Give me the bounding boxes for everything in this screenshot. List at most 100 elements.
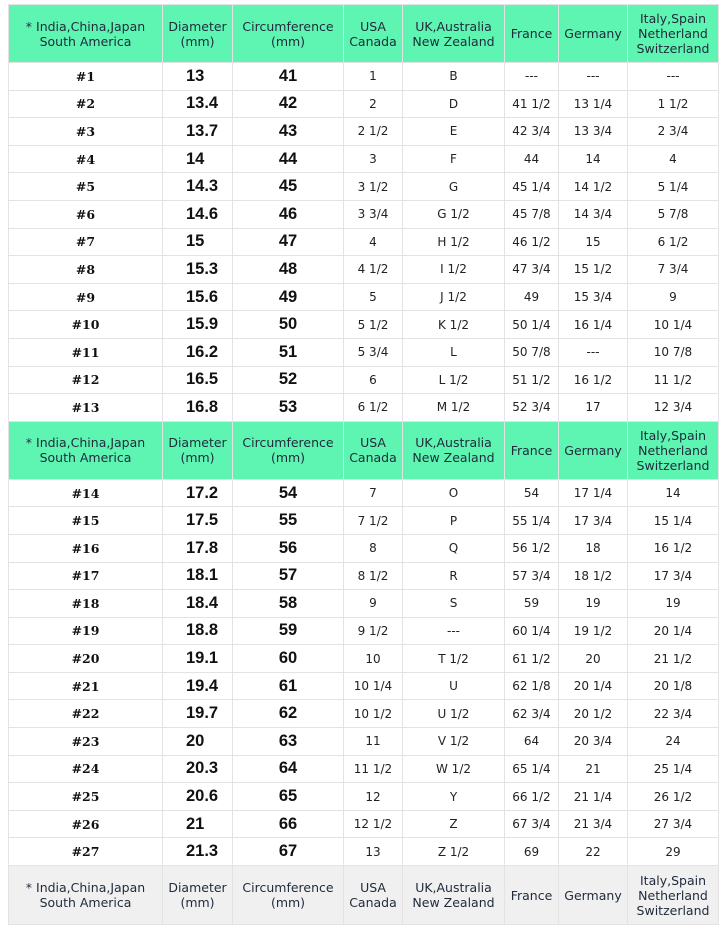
cell-uk-australia: G 1/2 [402, 199, 505, 229]
cell-germany: 16 1/4 [558, 310, 628, 339]
header-india-china-japan: * India,China,Japan South America [8, 4, 163, 63]
cell-italy-spain: 24 [627, 727, 719, 756]
header-france: France [504, 4, 559, 63]
cell-germany: 16 1/2 [558, 365, 628, 395]
cell-circumference: 57 [232, 561, 344, 591]
cell-france: 42 3/4 [504, 117, 559, 146]
cell-italy-spain: 20 1/8 [627, 671, 719, 701]
cell-usa-canada: 8 1/2 [343, 561, 403, 591]
table-row: #2 13.4 42 2 D 41 1/2 13 1/4 1 1/2 [8, 89, 719, 119]
header-italy-spain: Italy,Spain Netherland Switzerland [627, 4, 719, 63]
header-circumference: Circumference (mm) [232, 420, 344, 480]
cell-size: #4 [8, 144, 163, 174]
cell-italy-spain: 22 3/4 [627, 699, 719, 729]
cell-size: #21 [8, 671, 163, 701]
cell-size: #20 [8, 644, 163, 673]
table-row: #1 13 41 1 B --- --- --- [8, 62, 719, 91]
cell-size: #25 [8, 782, 163, 811]
cell-size: #10 [8, 310, 163, 339]
cell-size: #23 [8, 727, 163, 756]
cell-usa-canada: 11 1/2 [343, 754, 403, 784]
cell-diameter: 14 [162, 144, 233, 174]
cell-france: 57 3/4 [504, 561, 559, 591]
header-france: France [504, 865, 559, 926]
cell-circumference: 54 [232, 478, 344, 508]
cell-usa-canada: 5 1/2 [343, 310, 403, 339]
header-line: (mm) [270, 895, 306, 911]
cell-germany: 17 1/4 [558, 478, 628, 508]
header-line: (mm) [180, 450, 215, 466]
cell-france: 41 1/2 [504, 89, 559, 119]
table-row: #4 14 44 3 F 44 14 4 [8, 144, 719, 174]
cell-diameter: 14.6 [162, 199, 233, 229]
cell-diameter: 17.8 [162, 533, 233, 563]
cell-germany: --- [558, 62, 628, 91]
header-line: Canada [349, 450, 397, 466]
cell-germany: 14 1/2 [558, 172, 628, 201]
cell-italy-spain: 20 1/4 [627, 616, 719, 646]
header-usa-canada: USA Canada [343, 865, 403, 926]
cell-uk-australia: L [402, 337, 505, 367]
cell-germany: 20 1/2 [558, 699, 628, 729]
cell-circumference: 56 [232, 533, 344, 563]
cell-usa-canada: 6 [343, 365, 403, 395]
header-germany: Germany [558, 420, 628, 480]
cell-size: #26 [8, 809, 163, 839]
cell-diameter: 20.3 [162, 754, 233, 784]
cell-usa-canada: 6 1/2 [343, 393, 403, 422]
header-germany: Germany [558, 865, 628, 926]
cell-size: #1 [8, 62, 163, 91]
cell-germany: 20 3/4 [558, 727, 628, 756]
cell-france: 44 [504, 144, 559, 174]
cell-diameter: 13 [162, 62, 233, 91]
table-row: #11 16.2 51 5 3/4 L 50 7/8 --- 10 7/8 [8, 337, 719, 367]
header-line: * India,China,Japan [25, 18, 146, 34]
cell-france: 54 [504, 478, 559, 508]
header-circumference: Circumference (mm) [232, 4, 344, 63]
cell-germany: --- [558, 337, 628, 367]
cell-circumference: 51 [232, 337, 344, 367]
cell-france: 59 [504, 589, 559, 618]
table-row: #10 15.9 50 5 1/2 K 1/2 50 1/4 16 1/4 10… [8, 310, 719, 339]
cell-circumference: 53 [232, 393, 344, 422]
cell-italy-spain: 4 [627, 144, 719, 174]
header-line: Diameter [168, 435, 227, 451]
cell-france: 49 [504, 282, 559, 312]
cell-diameter: 18.4 [162, 589, 233, 618]
table-row: #19 18.8 59 9 1/2 --- 60 1/4 19 1/2 20 1… [8, 616, 719, 646]
header-line: New Zealand [412, 450, 495, 466]
cell-uk-australia: T 1/2 [402, 644, 505, 673]
cell-usa-canada: 4 1/2 [343, 255, 403, 284]
table-row: #8 15.3 48 4 1/2 I 1/2 47 3/4 15 1/2 7 3… [8, 255, 719, 284]
cell-circumference: 48 [232, 255, 344, 284]
cell-size: #22 [8, 699, 163, 729]
header-line: France [510, 26, 553, 41]
cell-uk-australia: S [402, 589, 505, 618]
cell-usa-canada: 10 1/4 [343, 671, 403, 701]
header-line: * India,China,Japan [25, 435, 146, 451]
cell-italy-spain: 26 1/2 [627, 782, 719, 811]
cell-size: #5 [8, 172, 163, 201]
cell-diameter: 15.3 [162, 255, 233, 284]
table-row: #26 21 66 12 1/2 Z 67 3/4 21 3/4 27 3/4 [8, 809, 719, 839]
cell-france: 46 1/2 [504, 227, 559, 257]
cell-size: #3 [8, 117, 163, 146]
cell-italy-spain: 2 3/4 [627, 117, 719, 146]
cell-france: 60 1/4 [504, 616, 559, 646]
header-line: Diameter [168, 880, 227, 896]
header-line: (mm) [270, 33, 306, 49]
cell-uk-australia: U 1/2 [402, 699, 505, 729]
cell-circumference: 59 [232, 616, 344, 646]
cell-circumference: 49 [232, 282, 344, 312]
header-line: Italy,Spain [639, 11, 706, 26]
cell-usa-canada: 12 [343, 782, 403, 811]
cell-diameter: 19.1 [162, 644, 233, 673]
header-line: France [510, 442, 553, 458]
cell-circumference: 50 [232, 310, 344, 339]
header-line: UK,Australia [415, 435, 492, 451]
cell-germany: 21 3/4 [558, 809, 628, 839]
header-line: Germany [564, 887, 622, 903]
cell-size: #13 [8, 393, 163, 422]
cell-diameter: 19.4 [162, 671, 233, 701]
cell-circumference: 60 [232, 644, 344, 673]
